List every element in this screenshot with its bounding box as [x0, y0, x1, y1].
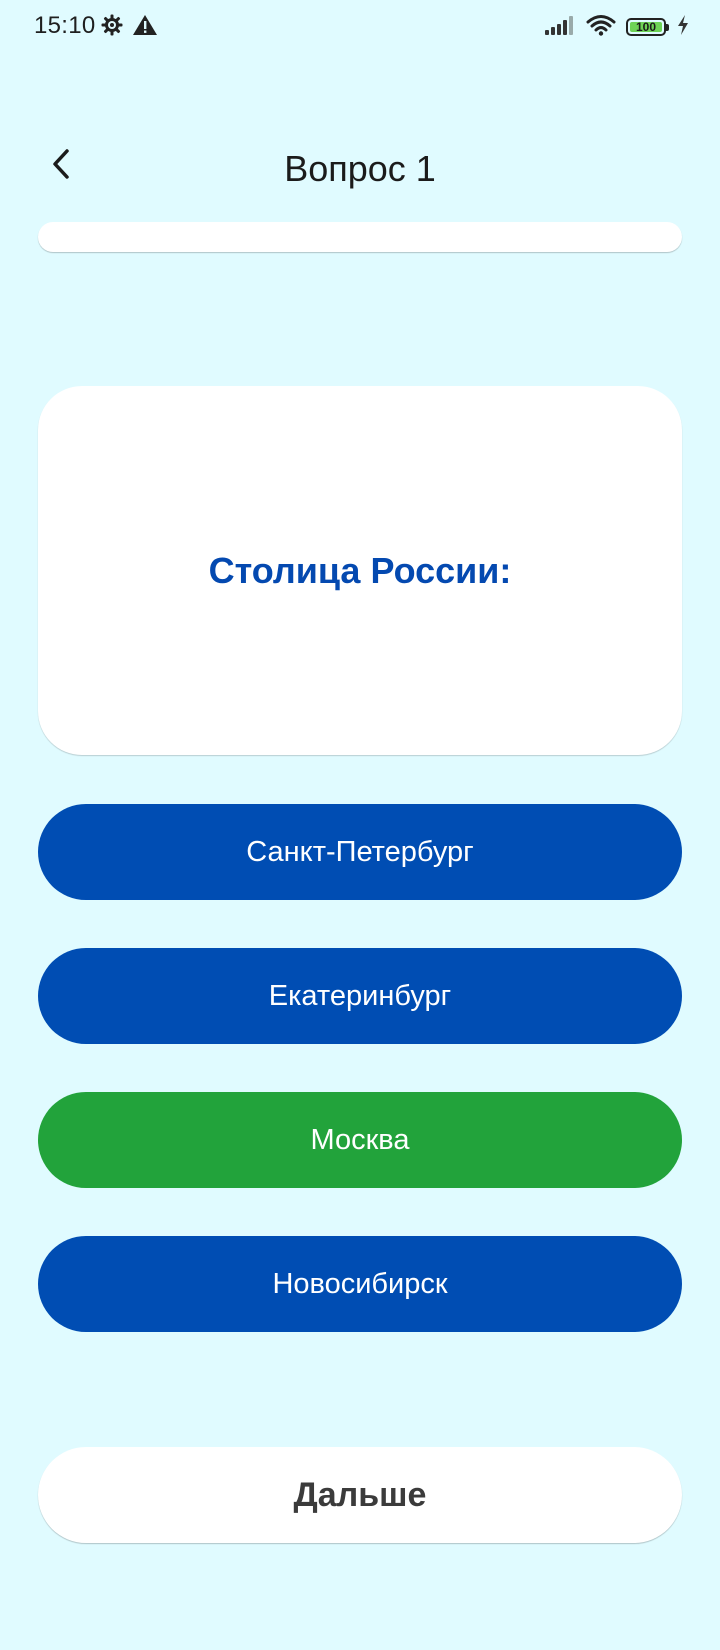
- warning-icon: [132, 13, 158, 41]
- answer-label: Москва: [310, 1123, 410, 1156]
- page-title: Вопрос 1: [284, 148, 436, 189]
- gear-icon: [100, 13, 124, 41]
- answer-label: Екатеринбург: [268, 979, 452, 1012]
- answer-option-3-correct[interactable]: Москва: [38, 1092, 682, 1188]
- signal-icon: [544, 14, 576, 40]
- status-bar: 15:10 100: [0, 0, 720, 54]
- next-button[interactable]: Дальше: [38, 1447, 682, 1543]
- answer-option-4[interactable]: Новосибирск: [38, 1236, 682, 1332]
- wifi-icon: [586, 14, 616, 40]
- status-right-icons: 100: [544, 14, 690, 40]
- question-text: Столица России:: [208, 549, 512, 591]
- battery-icon: 100: [626, 18, 669, 36]
- question-card: Столица России:: [38, 386, 682, 755]
- charging-icon: [676, 14, 690, 40]
- status-time: 15:10: [34, 12, 96, 39]
- battery-level: 100: [635, 20, 657, 34]
- progress-bar: [38, 222, 682, 252]
- answer-option-2[interactable]: Екатеринбург: [38, 948, 682, 1044]
- answer-label: Новосибирск: [272, 1267, 448, 1300]
- answer-option-1[interactable]: Санкт-Петербург: [38, 804, 682, 900]
- next-button-label: Дальше: [293, 1475, 427, 1514]
- status-left-icons: [100, 13, 158, 41]
- answer-label: Санкт-Петербург: [246, 835, 474, 868]
